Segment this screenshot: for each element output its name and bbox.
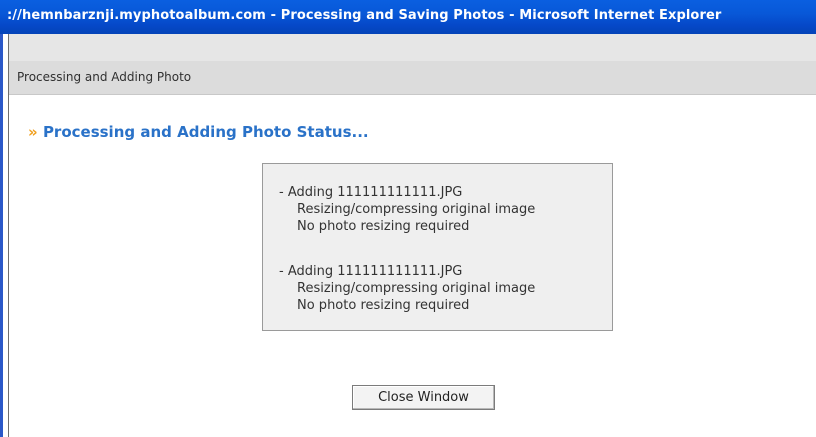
status-log-box: - Adding 111111111111.JPG Resizing/compr… [262, 163, 613, 331]
log-entry: - Adding 111111111111.JPG Resizing/compr… [263, 184, 612, 235]
title-bar[interactable]: ://hemnbarznji.myphotoalbum.com - Proces… [0, 0, 816, 34]
header-bar: Processing and Adding Photo [9, 61, 816, 95]
log-entry-step: Resizing/compressing original image [297, 202, 536, 217]
browser-window: ://hemnbarznji.myphotoalbum.com - Proces… [0, 0, 816, 437]
double-chevron-icon: » [28, 123, 38, 141]
log-entry-adding: - Adding 111111111111.JPG [279, 185, 463, 200]
log-entry-result: No photo resizing required [297, 298, 470, 313]
top-strip [9, 34, 816, 61]
window-frame-edge [0, 34, 3, 437]
log-entry-result: No photo resizing required [297, 219, 470, 234]
log-entry-step: Resizing/compressing original image [297, 281, 536, 296]
close-window-button[interactable]: Close Window [352, 385, 495, 410]
window-left-frame [0, 34, 9, 437]
status-heading-text: Processing and Adding Photo Status... [42, 123, 369, 141]
status-heading: » Processing and Adding Photo Status... [28, 123, 369, 141]
log-entry: - Adding 111111111111.JPG Resizing/compr… [263, 263, 612, 314]
header-label: Processing and Adding Photo [17, 70, 192, 84]
log-entry-adding: - Adding 111111111111.JPG [279, 264, 463, 279]
window-title: ://hemnbarznji.myphotoalbum.com - Proces… [7, 8, 722, 23]
page-content: Processing and Adding Photo » Processing… [9, 34, 816, 437]
